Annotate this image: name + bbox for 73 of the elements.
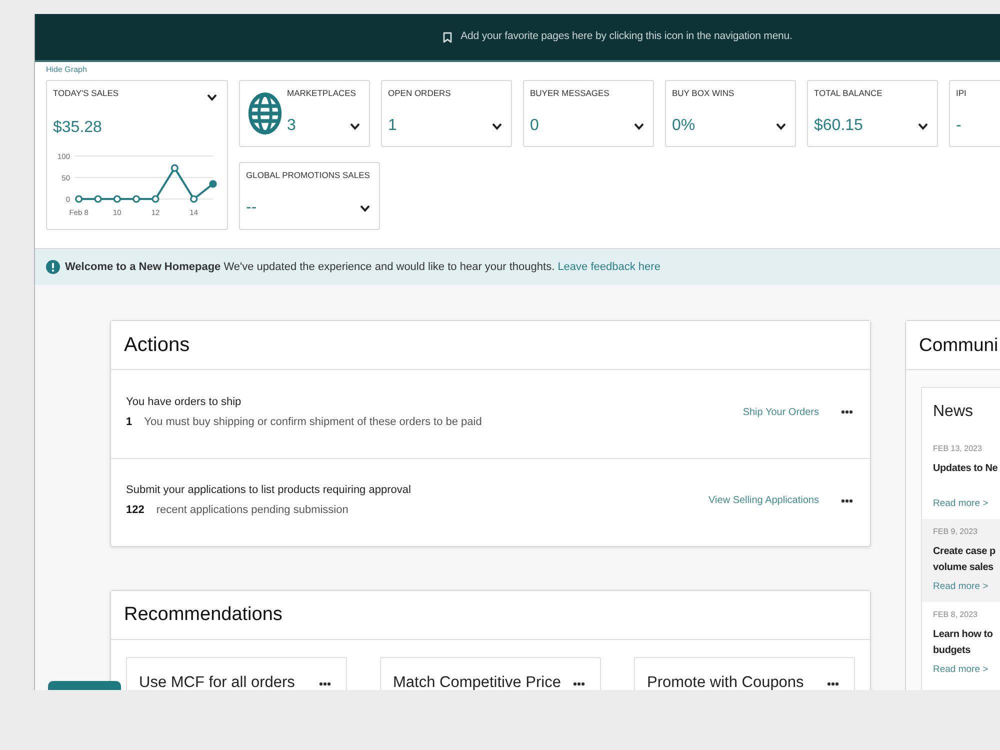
- recommendation-card[interactable]: Use MCF for all orders: [126, 657, 347, 690]
- news-title: Updates to Ne: [933, 462, 999, 476]
- metric-label: BUYER MESSAGES: [530, 88, 610, 99]
- card-title: Actions: [124, 333, 190, 358]
- welcome-message: Welcome to a New Homepage We've updated the experience and would like to hear your thoughts. Leave feedback here: [65, 260, 660, 275]
- metric-label: BUY BOX WINS: [672, 88, 736, 99]
- chevron-down-icon[interactable]: [492, 122, 502, 130]
- news-date: FEB 8, 2023: [933, 609, 978, 621]
- action-count: 1: [126, 414, 132, 430]
- news-heading: News: [933, 402, 974, 422]
- data-point: [170, 164, 178, 172]
- news-item[interactable]: FEB 13, 2023 Updates to Ne Read more >: [922, 436, 1000, 519]
- metric-value: 1: [388, 116, 397, 136]
- chevron-down-icon[interactable]: [918, 122, 928, 130]
- metric-value: $35.28: [53, 118, 102, 138]
- read-more-link[interactable]: Read more >: [933, 497, 988, 511]
- metric-value: 0%: [672, 116, 696, 136]
- metric-value: -: [956, 116, 962, 136]
- ellipsis-icon[interactable]: [573, 682, 585, 686]
- news-item[interactable]: FEB 9, 2023 Create case p volume sales Read more >: [922, 519, 1000, 602]
- ellipsis-icon[interactable]: [827, 682, 839, 686]
- news-date: FEB 13, 2023: [933, 443, 982, 455]
- data-point: [132, 195, 140, 203]
- data-point: [75, 195, 83, 203]
- data-point: [94, 195, 102, 203]
- action-title: You have orders to ship: [126, 394, 242, 410]
- metric-value: --: [246, 198, 257, 218]
- read-more-link[interactable]: Read more >: [933, 580, 988, 594]
- recommendation-title: Promote with Coupons: [647, 673, 804, 690]
- action-link[interactable]: Ship Your Orders: [742, 404, 819, 420]
- favorites-hint: Add your favorite pages here by clicking this icon in the navigation menu.: [460, 29, 792, 44]
- feedback-link[interactable]: Leave feedback here: [558, 260, 660, 273]
- card-title: Recommendations: [124, 603, 282, 627]
- data-point: [113, 195, 121, 203]
- recommendation-title: Match Competitive Price: [393, 673, 561, 690]
- chevron-down-icon[interactable]: [634, 122, 644, 130]
- news-title: Create case p volume sales: [933, 545, 996, 575]
- ellipsis-icon[interactable]: [841, 498, 853, 502]
- read-more-link[interactable]: Read more >: [933, 663, 988, 677]
- news-title: Learn how to budgets: [933, 628, 994, 658]
- data-point: [190, 195, 198, 203]
- metric-value: $60.15: [814, 116, 863, 136]
- action-detail: recent applications pending submission: [156, 503, 348, 518]
- metric-label: GLOBAL PROMOTIONS SALES: [246, 170, 370, 181]
- chevron-down-icon[interactable]: [350, 122, 360, 130]
- recommendation-card[interactable]: Promote with Coupons: [634, 657, 855, 690]
- action-detail: You must buy shipping or confirm shipment of these orders to be paid: [144, 414, 482, 430]
- metric-label: TOTAL BALANCE: [814, 88, 884, 99]
- data-point: [209, 180, 217, 188]
- hide-graph-link[interactable]: Hide Graph: [46, 64, 87, 76]
- metric-label: TODAY'S SALES: [53, 88, 119, 99]
- card-title: Communi: [919, 333, 998, 357]
- action-count: 122: [126, 503, 144, 518]
- action-title: Submit your applications to list products requiring approval: [126, 483, 411, 498]
- ellipsis-icon[interactable]: [319, 682, 331, 686]
- chevron-down-icon[interactable]: [776, 122, 786, 130]
- news-date: FEB 9, 2023: [933, 526, 978, 538]
- chevron-down-icon[interactable]: [207, 94, 217, 101]
- recommendation-title: Use MCF for all orders: [139, 673, 295, 690]
- metric-value: 3: [287, 116, 296, 136]
- metric-label: OPEN ORDERS: [388, 88, 452, 99]
- chevron-down-icon[interactable]: [360, 204, 370, 212]
- globe-icon: [248, 92, 282, 135]
- recommendation-card[interactable]: Match Competitive Price: [380, 657, 601, 690]
- metric-label: IPI: [956, 88, 968, 99]
- ellipsis-icon[interactable]: [841, 410, 853, 414]
- metric-value: 0: [530, 116, 539, 136]
- data-point: [152, 195, 160, 203]
- exclamation-icon: [46, 260, 60, 274]
- action-link[interactable]: View Selling Applications: [708, 493, 819, 508]
- metric-label: MARKETPLACES: [287, 88, 357, 99]
- news-item[interactable]: FEB 8, 2023 Learn how to budgets Read more >: [922, 602, 1000, 685]
- bookmark-icon[interactable]: [442, 32, 452, 42]
